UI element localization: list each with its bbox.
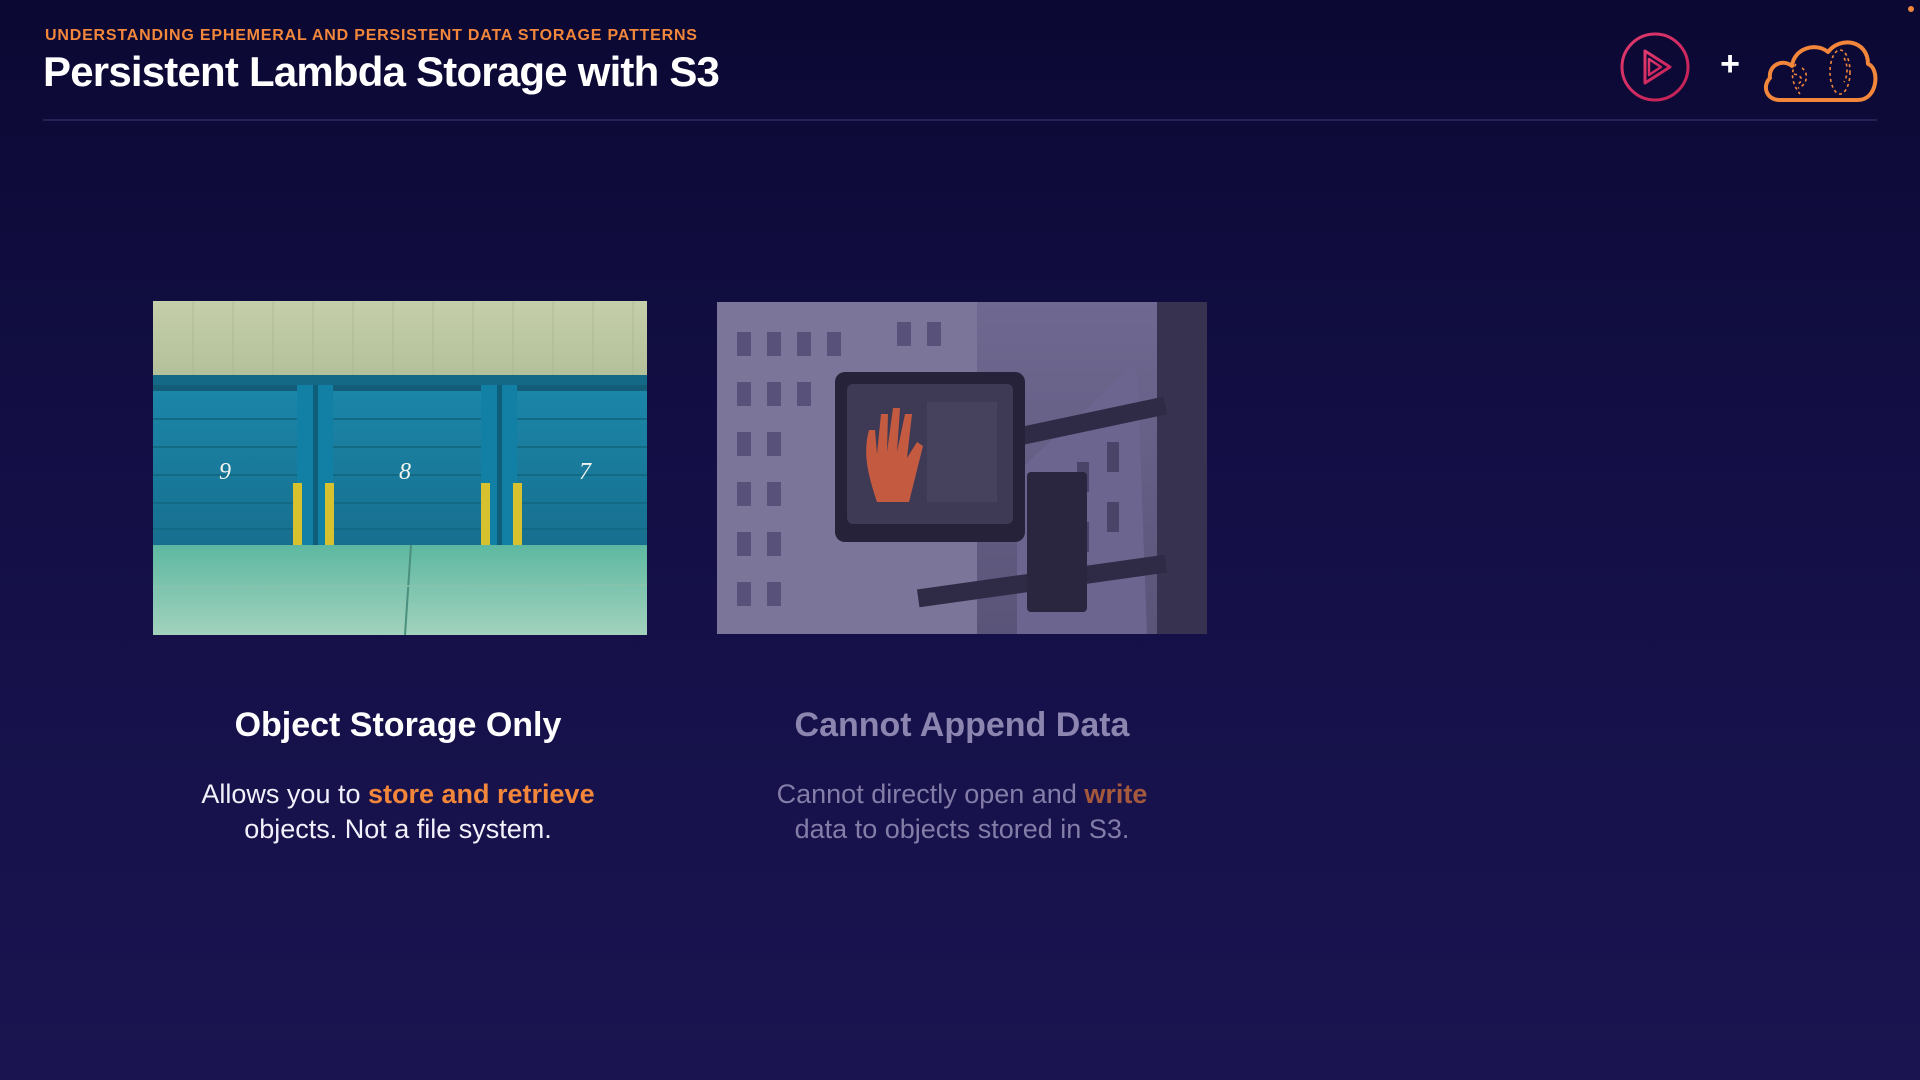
door-number-7: 7 bbox=[579, 459, 592, 485]
logo-group: + bbox=[1620, 28, 1880, 106]
dont-walk-signal-photo bbox=[717, 302, 1207, 634]
play-logo-icon bbox=[1620, 32, 1690, 102]
corner-dot bbox=[1908, 6, 1914, 12]
desc-highlight: write bbox=[1084, 779, 1148, 809]
slide: UNDERSTANDING EPHEMERAL AND PERSISTENT D… bbox=[0, 0, 1920, 1080]
desc-text: objects. Not a file system. bbox=[244, 814, 552, 844]
card-desc-cannot-append: Cannot directly open and write data to o… bbox=[717, 777, 1207, 847]
storage-garage-doors-photo: 9 8 7 bbox=[153, 301, 647, 635]
desc-text: data to objects stored in S3. bbox=[794, 814, 1130, 844]
card-title-object-storage: Object Storage Only bbox=[234, 706, 562, 744]
card-title-cannot-append: Cannot Append Data bbox=[794, 706, 1130, 744]
garage-illustration: 9 8 7 bbox=[153, 301, 647, 635]
door-number-8: 8 bbox=[399, 459, 411, 485]
desc-highlight: store and retrieve bbox=[367, 779, 595, 809]
door-number-9: 9 bbox=[219, 459, 231, 485]
desc-text: Cannot directly open and bbox=[776, 779, 1085, 809]
section-eyebrow: UNDERSTANDING EPHEMERAL AND PERSISTENT D… bbox=[45, 27, 698, 44]
cloud-logo-icon bbox=[1763, 40, 1878, 102]
plus-sign: + bbox=[1720, 45, 1740, 83]
card-desc-object-storage: Allows you to store and retrieve objects… bbox=[153, 777, 643, 847]
header-divider bbox=[43, 119, 1877, 121]
signal-illustration bbox=[717, 302, 1207, 634]
page-title: Persistent Lambda Storage with S3 bbox=[43, 48, 720, 95]
desc-text: Allows you to bbox=[201, 779, 368, 809]
